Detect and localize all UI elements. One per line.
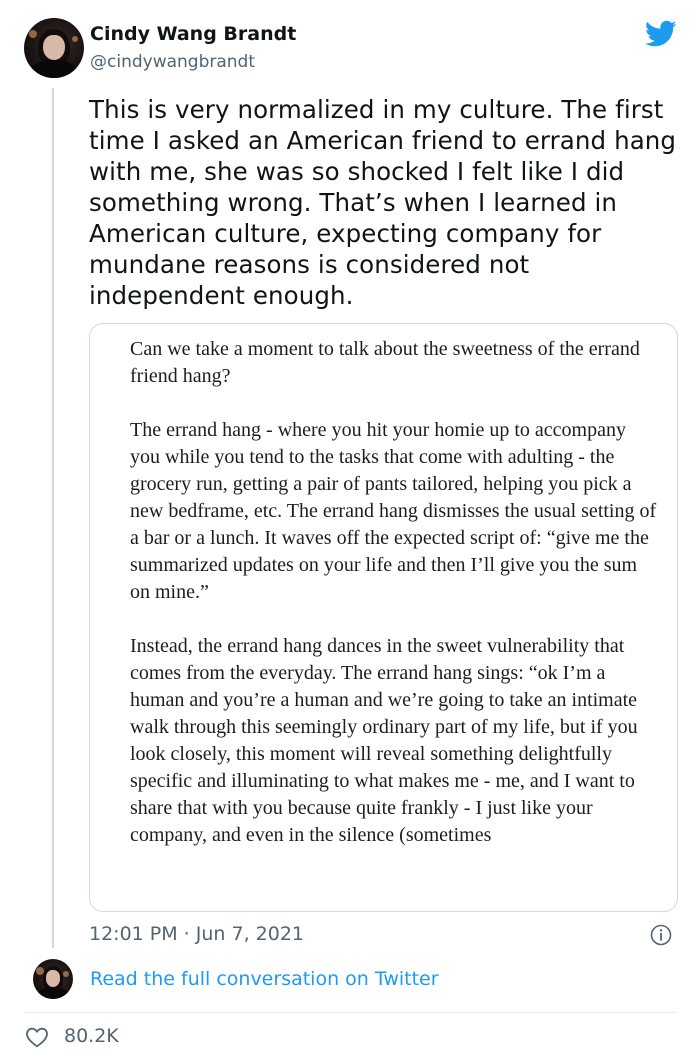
media-text: Can we take a moment to talk about the s… <box>130 336 660 876</box>
like-count[interactable]: 80.2K <box>64 1025 119 1047</box>
media-paragraph: Can we take a moment to talk about the s… <box>130 338 640 387</box>
author-avatar[interactable] <box>24 18 84 78</box>
divider <box>24 1012 676 1013</box>
thread-line <box>52 88 54 948</box>
twitter-bird-icon[interactable] <box>645 20 677 48</box>
heart-icon[interactable] <box>25 1026 49 1048</box>
author-handle[interactable]: @cindywangbrandt <box>90 52 255 72</box>
tweet-text: This is very normalized in my culture. T… <box>89 95 677 310</box>
info-icon[interactable] <box>650 924 672 946</box>
media-paragraph: The errand hang - where you hit your hom… <box>130 419 657 603</box>
read-full-conversation-link[interactable]: Read the full conversation on Twitter <box>90 968 439 990</box>
media-paragraph: Instead, the errand hang dances in the s… <box>130 635 638 846</box>
author-name[interactable]: Cindy Wang Brandt <box>90 23 296 45</box>
tweet-timestamp[interactable]: 12:01 PM · Jun 7, 2021 <box>89 923 304 945</box>
tweet-media-image[interactable]: Can we take a moment to talk about the s… <box>89 323 678 912</box>
author-avatar-small[interactable] <box>33 959 73 999</box>
